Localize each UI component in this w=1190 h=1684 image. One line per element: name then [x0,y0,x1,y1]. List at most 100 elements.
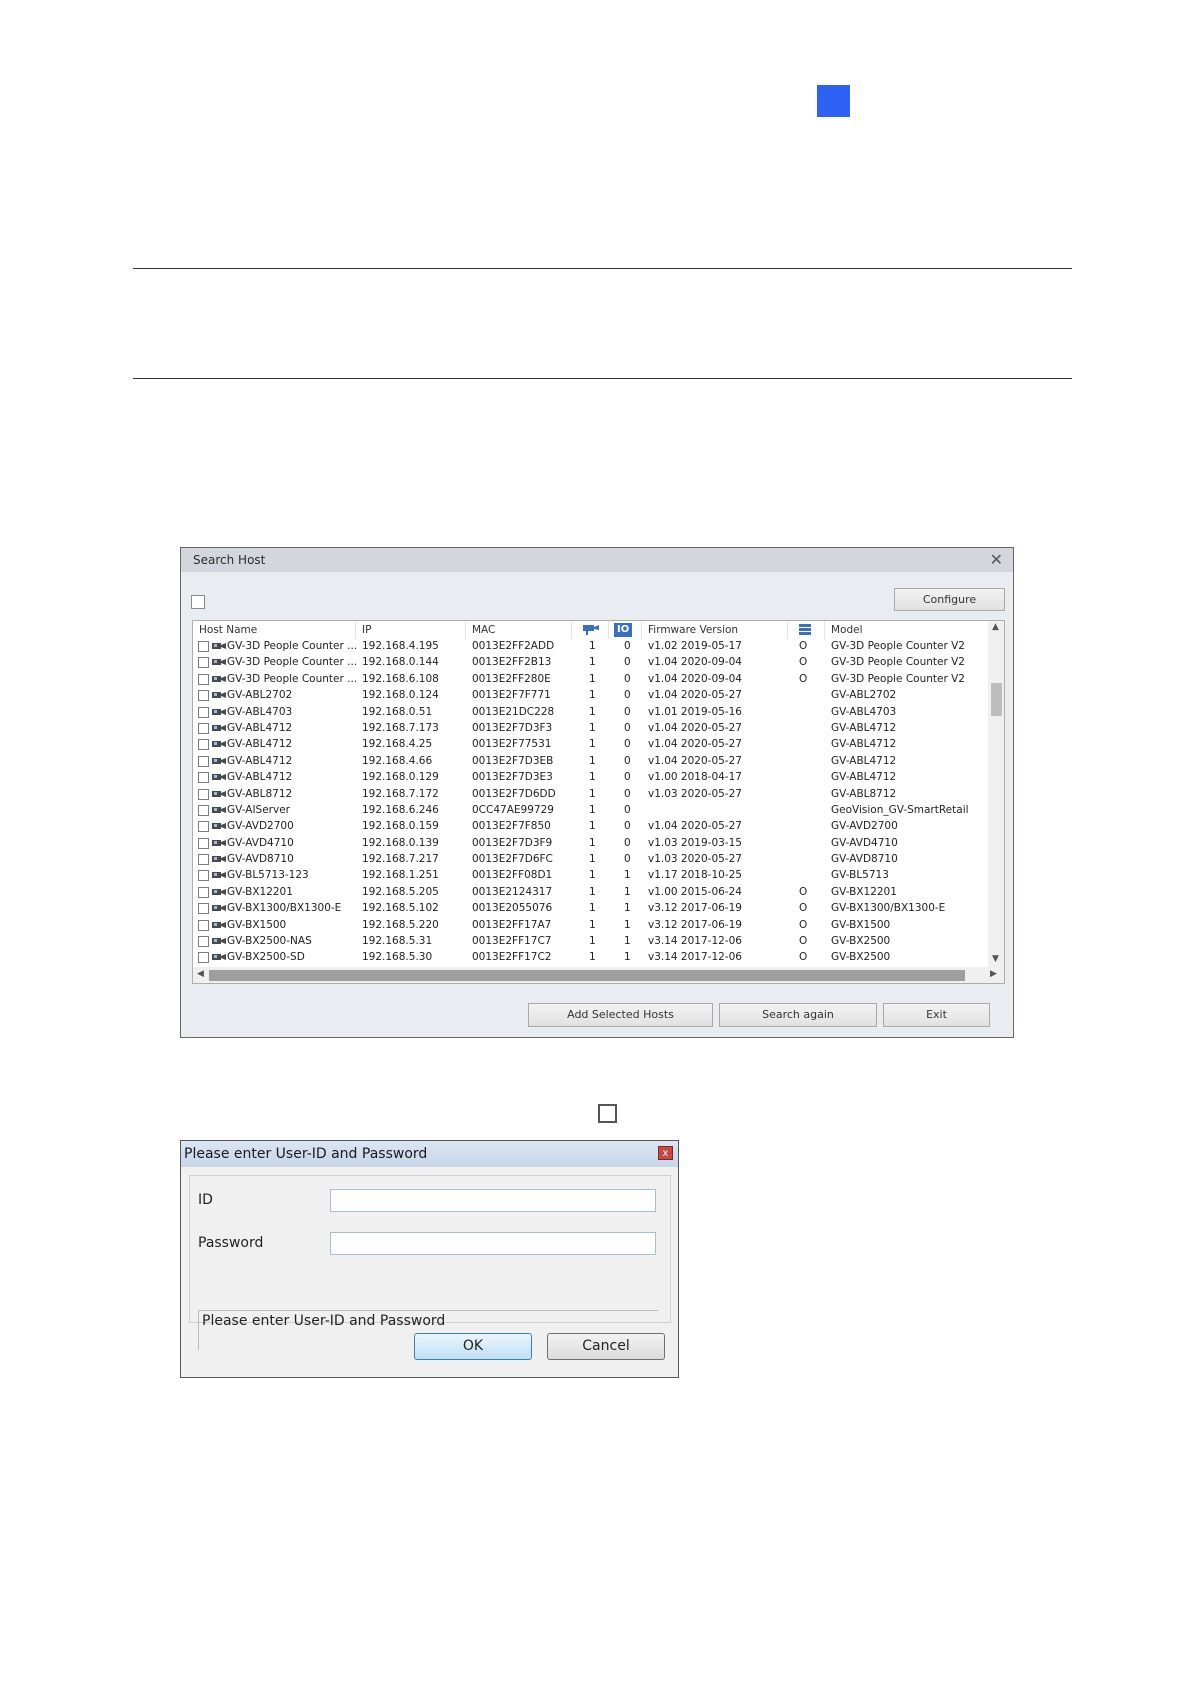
row-checkbox[interactable] [198,903,209,915]
firmware-cell: v1.04 2020-05-27 [648,738,742,751]
ip-cell: 192.168.0.124 [362,689,439,702]
table-row[interactable]: GV-AVD4710 192.168.0.139 0013E2F7D3F9 1 0 v1.… [193,836,987,852]
host-name-cell: GV-BX12201 [227,885,293,898]
mac-cell: 0013E2F7D6DD [472,787,556,800]
column-storage[interactable] [788,621,825,639]
close-icon[interactable]: ✕ [990,550,1003,569]
row-checkbox[interactable] [198,788,209,800]
row-checkbox[interactable] [198,804,209,816]
table-row[interactable]: GV-BX12201 192.168.5.205 0013E2124317 1 1 v1.… [193,885,987,901]
configure-button[interactable]: Configure [894,588,1005,611]
row-checkbox[interactable] [198,722,209,734]
mac-cell: 0CC47AE99729 [472,803,554,816]
camera-count-cell: 1 [589,853,596,866]
table-row[interactable]: GV-3D People Counter ... 192.168.4.195 001… [193,639,987,655]
vertical-scroll-thumb[interactable] [991,683,1002,716]
host-name-cell: GV-BX1300/BX1300-E [227,902,342,915]
horizontal-scroll-thumb[interactable] [209,970,965,981]
camera-icon [212,823,226,830]
table-row[interactable]: GV-BX2500-SD 192.168.5.30 0013E2FF17C2 1 1 v3… [193,950,987,966]
row-checkbox[interactable] [198,919,209,931]
table-row[interactable]: GV-BL5713-123 192.168.1.251 0013E2FF08D1 1 1… [193,868,987,884]
io-count-cell: 0 [624,721,631,734]
password-input[interactable] [330,1232,656,1255]
row-checkbox[interactable] [198,837,209,849]
table-row[interactable]: GV-ABL4712 192.168.4.25 0013E2F77531 1 0 v1.0… [193,737,987,753]
vertical-scrollbar[interactable]: ▲ ▼ [988,621,1004,967]
io-count-cell: 1 [624,885,631,898]
table-row[interactable]: GV-BX2500-NAS 192.168.5.31 0013E2FF17C7 1 1 v… [193,934,987,950]
firmware-cell: v3.14 2017-12-06 [648,951,742,964]
scroll-left-icon[interactable]: ◀ [197,969,204,979]
id-input[interactable] [330,1189,656,1212]
ip-cell: 192.168.0.159 [362,820,439,833]
mac-cell: 0013E2F7D3E3 [472,771,553,784]
row-checkbox[interactable] [198,821,209,833]
table-row[interactable]: GV-AVD2700 192.168.0.159 0013E2F7F850 1 0 v1.… [193,819,987,835]
io-count-cell: 1 [624,951,631,964]
row-checkbox[interactable] [198,952,209,964]
row-checkbox[interactable] [198,690,209,702]
storage-cell: O [799,951,808,964]
row-checkbox[interactable] [198,739,209,751]
search-host-titlebar: Search Host ✕ [181,548,1013,572]
mac-cell: 0013E2FF08D1 [472,869,553,882]
row-checkbox[interactable] [198,673,209,685]
storage-cell: O [799,902,808,915]
model-cell: GV-ABL8712 [831,787,897,800]
camera-icon [212,741,226,748]
table-row[interactable]: GV-ABL4712 192.168.0.129 0013E2F7D3E3 1 0 v1.… [193,770,987,786]
ip-cell: 192.168.4.195 [362,640,439,652]
column-mac[interactable]: MAC [466,621,572,639]
row-checkbox[interactable] [198,641,209,652]
ok-button[interactable]: OK [414,1333,532,1360]
exit-button[interactable]: Exit [883,1003,990,1027]
column-firmware[interactable]: Firmware Version [642,621,788,639]
io-count-cell: 0 [624,640,631,652]
table-row[interactable]: GV-ABL8712 192.168.7.172 0013E2F7D6DD 1 0 v1.… [193,787,987,803]
row-checkbox[interactable] [198,772,209,784]
scroll-up-icon[interactable]: ▲ [992,622,999,632]
row-checkbox[interactable] [198,706,209,718]
row-checkbox[interactable] [198,657,209,669]
table-row[interactable]: GV-BX1500 192.168.5.220 0013E2FF17A7 1 1 v3.1… [193,918,987,934]
table-row[interactable]: GV-ABL2702 192.168.0.124 0013E2F7F771 1 0 v1.… [193,688,987,704]
row-checkbox[interactable] [198,870,209,882]
camera-count-cell: 1 [589,902,596,915]
column-model[interactable]: Model [825,621,987,639]
firmware-cell: v3.12 2017-06-19 [648,902,742,915]
close-icon[interactable]: x [658,1146,673,1160]
host-name-cell: GV-AVD8710 [227,853,294,866]
cancel-button[interactable]: Cancel [547,1333,665,1360]
table-row[interactable]: GV-3D People Counter ... 192.168.6.108 001… [193,672,987,688]
add-selected-hosts-button[interactable]: Add Selected Hosts [528,1003,713,1027]
host-name-cell: GV-AVD2700 [227,820,294,833]
table-row[interactable]: GV-AVD8710 192.168.7.217 0013E2F7D6FC 1 0 v1.… [193,852,987,868]
ip-cell: 192.168.6.108 [362,672,439,685]
table-row[interactable]: GV-ABL4712 192.168.4.66 0013E2F7D3EB 1 0 v1.0… [193,754,987,770]
search-again-button[interactable]: Search again [719,1003,877,1027]
table-row[interactable]: GV-ABL4703 192.168.0.51 0013E21DC228 1 0 v1.0… [193,705,987,721]
column-io[interactable]: IO [609,621,642,639]
ip-cell: 192.168.5.220 [362,918,439,931]
table-row[interactable]: GV-BX1300/BX1300-E 192.168.5.102 0013E2055… [193,901,987,917]
column-host-name[interactable]: Host Name [193,621,356,639]
row-checkbox[interactable] [198,854,209,866]
search-host-window: Search Host ✕ Configure Host Name IP MAC… [180,547,1014,1038]
scroll-right-icon[interactable]: ▶ [990,969,997,979]
column-camera[interactable] [572,621,609,639]
table-row[interactable]: GV-AIServer 192.168.6.246 0CC47AE99729 1 0 Ge… [193,803,987,819]
io-count-cell: 0 [624,803,631,816]
mac-cell: 0013E2F7D3F3 [472,721,553,734]
select-all-checkbox[interactable] [191,595,205,609]
firmware-cell: v1.00 2018-04-17 [648,771,742,784]
horizontal-scrollbar[interactable]: ◀ ▶ [193,967,1004,983]
row-checkbox[interactable] [198,886,209,898]
table-row[interactable]: GV-ABL4712 192.168.7.173 0013E2F7D3F3 1 0 v1.… [193,721,987,737]
scroll-down-icon[interactable]: ▼ [992,954,999,964]
table-row[interactable]: GV-3D People Counter ... 192.168.0.144 001… [193,655,987,671]
column-ip[interactable]: IP [356,621,466,639]
firmware-cell: v1.04 2020-05-27 [648,689,742,702]
row-checkbox[interactable] [198,936,209,948]
row-checkbox[interactable] [198,755,209,767]
